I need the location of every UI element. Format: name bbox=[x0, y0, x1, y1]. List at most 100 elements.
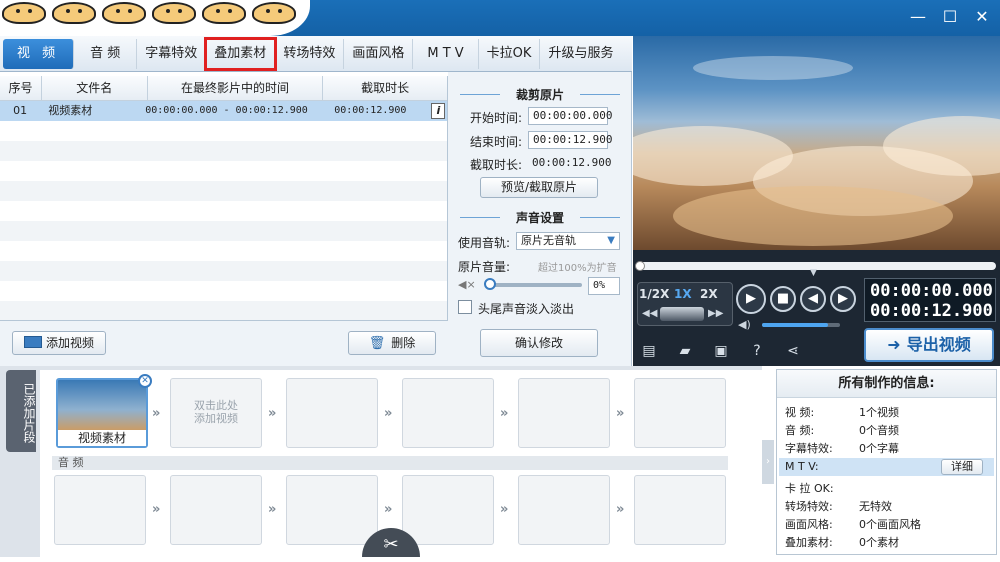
crop-section-title: 裁剪原片 bbox=[448, 86, 632, 103]
play-button[interactable]: ▶ bbox=[736, 284, 766, 314]
empty-audio-slot[interactable] bbox=[518, 475, 610, 545]
empty-audio-slot[interactable] bbox=[634, 475, 726, 545]
speed-slider[interactable] bbox=[660, 307, 704, 321]
table-row-empty bbox=[0, 121, 447, 141]
share-icon[interactable]: ⋖ bbox=[784, 342, 802, 360]
empty-audio-slot[interactable] bbox=[286, 475, 378, 545]
info-row-video: 视 频: 1个视频 bbox=[785, 406, 899, 419]
export-video-button[interactable]: ➜ 导出视频 bbox=[864, 328, 994, 362]
speed-double[interactable]: 2X bbox=[700, 287, 718, 301]
empty-video-slot[interactable] bbox=[402, 378, 494, 448]
export-icon: ➜ bbox=[887, 335, 901, 354]
save-icon[interactable]: ▣ bbox=[712, 342, 730, 360]
cell-number: 01 bbox=[13, 104, 28, 117]
table-row-empty bbox=[0, 281, 447, 301]
empty-video-slot[interactable] bbox=[518, 378, 610, 448]
cat-icon bbox=[252, 2, 296, 24]
rewind-icon[interactable]: ◀◀ bbox=[642, 308, 657, 319]
info-row-karaoke: 卡 拉 OK: bbox=[785, 482, 834, 495]
empty-audio-slot[interactable] bbox=[170, 475, 262, 545]
fade-checkbox[interactable] bbox=[458, 300, 472, 314]
player-volume-slider[interactable] bbox=[762, 323, 840, 327]
confirm-button[interactable]: 确认修改 bbox=[480, 329, 598, 357]
seek-handle[interactable] bbox=[635, 261, 645, 271]
clip-thumbnail[interactable]: ✕ 视频素材 bbox=[56, 374, 152, 448]
mute-speaker-icon[interactable]: ◀× bbox=[458, 278, 476, 291]
stop-button[interactable]: ■ bbox=[770, 286, 796, 312]
header-filename[interactable]: 文件名 bbox=[42, 76, 148, 100]
tab-picture-style[interactable]: 画面风格 bbox=[344, 38, 414, 69]
close-button[interactable]: ✕ bbox=[970, 6, 994, 28]
cell-filename: 视频素材 bbox=[48, 104, 93, 117]
tab-mtv[interactable]: M T V bbox=[413, 38, 479, 69]
info-row-subtitle: 字幕特效: 0个字幕 bbox=[785, 442, 899, 455]
table-row-empty bbox=[0, 141, 447, 161]
start-time-field[interactable]: 00:00:00.000 bbox=[528, 107, 612, 125]
empty-video-slot[interactable] bbox=[286, 378, 378, 448]
collapse-chevron-icon[interactable]: ▼ bbox=[810, 268, 817, 278]
sound-section-title: 声音设置 bbox=[448, 209, 632, 226]
empty-audio-slot[interactable] bbox=[402, 475, 494, 545]
play-icon: ▶ bbox=[746, 291, 756, 306]
volume-hint: 超过100%为扩音 bbox=[538, 263, 617, 274]
current-time: 00:00:00.000 bbox=[870, 281, 993, 301]
export-label: 导出视频 bbox=[906, 335, 971, 354]
remove-clip-icon[interactable]: ✕ bbox=[138, 374, 152, 388]
empty-video-slot[interactable] bbox=[634, 378, 726, 448]
maximize-button[interactable]: ☐ bbox=[938, 6, 962, 28]
volume-label: 原片音量: bbox=[458, 260, 511, 274]
empty-audio-slot[interactable] bbox=[54, 475, 146, 545]
tab-overlay-material[interactable]: 叠加素材 bbox=[204, 36, 278, 71]
tab-audio[interactable]: 音 频 bbox=[74, 38, 138, 69]
preview-crop-button[interactable]: 预览/截取原片 bbox=[480, 177, 598, 198]
info-row-mtv: M T V: bbox=[785, 460, 819, 473]
audio-track-select[interactable]: 原片无音轨 ▼ bbox=[516, 232, 620, 250]
empty-video-slot[interactable]: 双击此处添加视频 bbox=[170, 378, 262, 448]
header-duration[interactable]: 截取时长 bbox=[323, 76, 447, 100]
end-time-field[interactable]: 00:00:12.900 bbox=[528, 131, 612, 149]
tab-transition-effects[interactable]: 转场特效 bbox=[275, 38, 345, 69]
cell-time: 00:00:00.000 - 00:00:12.900 bbox=[145, 105, 308, 116]
fast-forward-icon[interactable]: ▶▶ bbox=[708, 308, 723, 319]
film-icon bbox=[23, 336, 42, 348]
chevron-right-icon: » bbox=[616, 406, 625, 421]
previous-frame-button[interactable]: ◀ bbox=[800, 286, 826, 312]
speed-half[interactable]: 1/2X bbox=[639, 287, 669, 301]
table-row-empty bbox=[0, 301, 447, 321]
tab-subtitle-effects[interactable]: 字幕特效 bbox=[137, 38, 207, 69]
added-clips-tab[interactable]: 已添加片段 bbox=[6, 370, 36, 452]
volume-slider-handle[interactable] bbox=[484, 278, 496, 290]
next-frame-button[interactable]: ▶ bbox=[830, 286, 856, 312]
delete-button[interactable]: 🗑 删除 bbox=[348, 331, 436, 355]
audio-track-value: 原片无音轨 bbox=[521, 234, 576, 247]
chevron-right-icon: » bbox=[616, 502, 625, 517]
new-project-icon[interactable]: ▤ bbox=[640, 342, 658, 360]
help-icon[interactable]: ? bbox=[748, 342, 766, 360]
speed-normal[interactable]: 1X bbox=[674, 287, 692, 301]
volume-slider-track[interactable] bbox=[486, 283, 582, 287]
chevron-down-icon: ▼ bbox=[607, 235, 615, 246]
project-info-panel: 所有制作的信息: 视 频: 1个视频 音 频: 0个音频 字幕特效: 0个字幕 M T… bbox=[776, 369, 997, 555]
cat-icon bbox=[152, 2, 196, 24]
volume-value-field[interactable]: 0% bbox=[588, 277, 620, 295]
header-number[interactable]: 序号 bbox=[0, 76, 42, 100]
decoration-banner bbox=[0, 0, 310, 36]
minimize-button[interactable]: — bbox=[906, 6, 930, 28]
total-time: 00:00:12.900 bbox=[870, 301, 993, 321]
header-time[interactable]: 在最终影片中的时间 bbox=[148, 76, 324, 100]
speaker-icon[interactable]: ◀) bbox=[738, 318, 751, 331]
tab-upgrade-service[interactable]: 升级与服务 bbox=[540, 39, 621, 69]
info-title: 所有制作的信息: bbox=[777, 370, 996, 398]
info-row-overlay: 叠加素材: 0个素材 bbox=[785, 536, 899, 549]
step-forward-icon: ▶ bbox=[838, 291, 848, 306]
table-row[interactable]: 01 视频素材 00:00:00.000 - 00:00:12.900 00:0… bbox=[0, 101, 447, 121]
tab-video[interactable]: 视 频 bbox=[3, 38, 75, 69]
add-video-button[interactable]: 添加视频 bbox=[12, 331, 106, 355]
info-icon[interactable]: i bbox=[431, 103, 446, 119]
tab-karaoke[interactable]: 卡拉OK bbox=[479, 38, 541, 69]
detail-button[interactable]: 详细 bbox=[941, 459, 983, 475]
video-preview bbox=[633, 36, 1000, 250]
panel-toggle[interactable]: › bbox=[762, 440, 774, 484]
open-folder-icon[interactable]: ▰ bbox=[676, 342, 694, 360]
settings-panel: 裁剪原片 开始时间: 00:00:00.000 结束时间: 00:00:12.9… bbox=[448, 72, 632, 366]
